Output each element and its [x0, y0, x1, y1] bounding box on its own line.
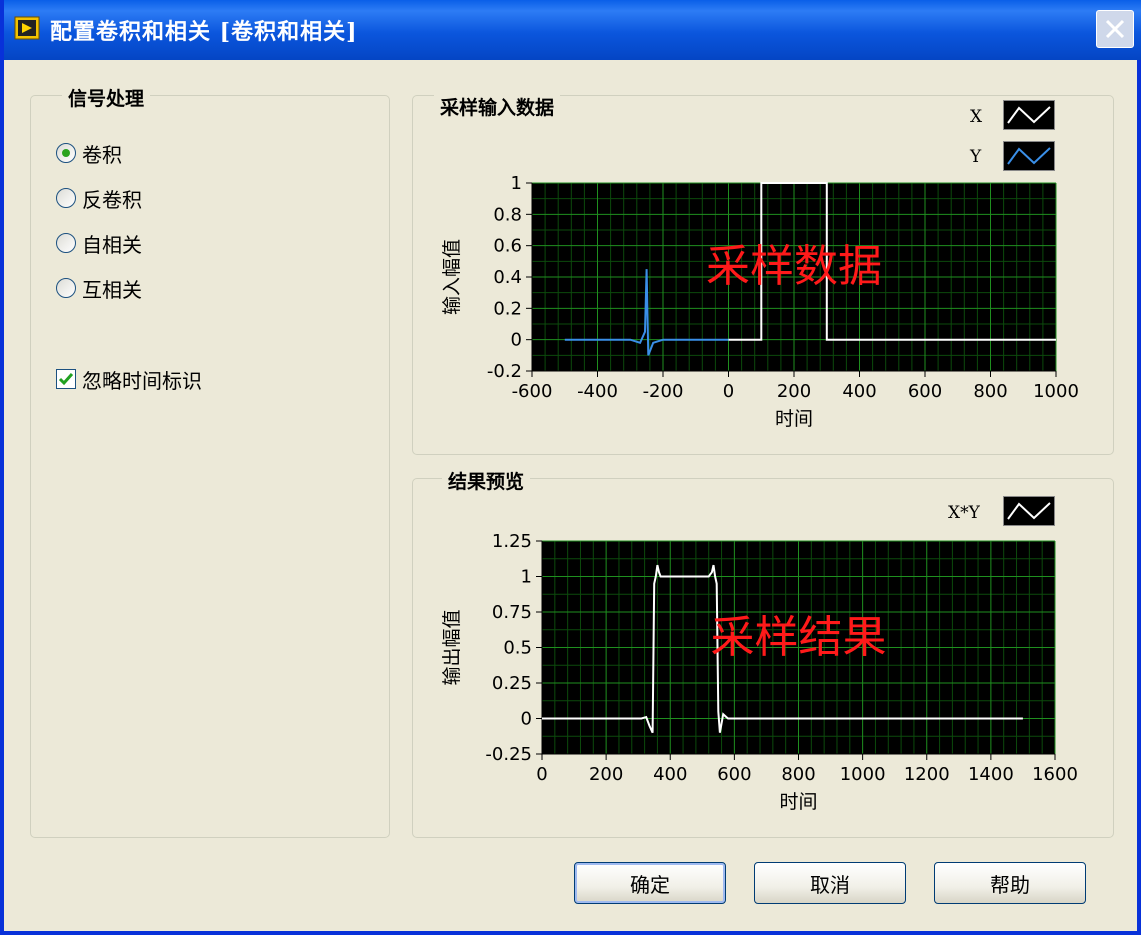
white-line-icon	[1007, 106, 1051, 124]
x-tick-label: 1400	[968, 764, 1014, 785]
x-tick-label: 1600	[1032, 764, 1078, 785]
y-axis-label: 输出幅值	[441, 609, 463, 685]
legend-xy-label: X*Y	[948, 503, 980, 523]
legend-y-swatch	[1003, 141, 1055, 171]
x-tick-label: 600	[908, 381, 942, 402]
radio-label: 自相关	[82, 232, 142, 257]
result-preview-chart: 0 200 400 600 800 1000 1200 1400 1600-0.2500.250…	[441, 531, 1078, 813]
y-tick-label: 0.75	[492, 602, 532, 623]
x-tick-label: 1000	[1033, 381, 1079, 402]
x-tick-label: 200	[589, 764, 623, 785]
cancel-button[interactable]: 取消	[754, 862, 906, 904]
white-line-icon	[1007, 502, 1051, 520]
blue-line-icon	[1007, 147, 1051, 165]
input-graph-title: 采样输入数据	[434, 93, 561, 120]
x-tick-label: 400	[842, 381, 876, 402]
checkmark-icon	[58, 373, 74, 386]
checkbox-label: 忽略时间标识	[82, 368, 202, 393]
x-tick-label: 1200	[904, 764, 950, 785]
radio-icon[interactable]	[56, 188, 76, 208]
result-graph-title: 结果预览	[442, 467, 531, 494]
dialog-window: 配置卷积和相关 [卷积和相关] 信号处理 卷积 反卷积 自相关 互相关 忽略时间…	[0, 0, 1141, 935]
legend-x-swatch	[1003, 100, 1055, 130]
y-tick-label: -0.2	[487, 361, 522, 382]
x-tick-label: -200	[643, 381, 684, 402]
x-tick-label: 600	[717, 764, 751, 785]
radio-selected-icon[interactable]	[56, 143, 76, 163]
radio-deconvolution[interactable]: 反卷积	[56, 185, 142, 212]
ok-button[interactable]: 确定	[574, 862, 726, 904]
y-tick-label: -0.25	[485, 744, 532, 765]
y-axis-label: 输入幅值	[441, 239, 463, 315]
x-tick-label: 1000	[840, 764, 886, 785]
y-tick-label: 1	[511, 173, 522, 194]
window-title: 配置卷积和相关 [卷积和相关]	[50, 19, 358, 45]
legend-x-label: X	[970, 107, 983, 127]
radio-label: 反卷积	[82, 187, 142, 212]
close-button[interactable]	[1096, 10, 1134, 48]
x-tick-label: 400	[653, 764, 687, 785]
x-tick-label: 800	[781, 764, 815, 785]
y-tick-label: 0.5	[503, 638, 532, 659]
checkbox-checked-icon[interactable]	[56, 369, 76, 389]
input-data-chart: -600 -400 -200 0 200 400 600 800 1000 -0.2 0 0.2 0.4…	[441, 173, 1079, 430]
help-button[interactable]: 帮助	[934, 862, 1086, 904]
radio-autocorrelation[interactable]: 自相关	[56, 230, 142, 257]
y-tick-label: 0.8	[493, 204, 522, 225]
y-tick-label: 0.25	[492, 673, 532, 694]
x-tick-label: 0	[723, 381, 734, 402]
x-tick-label: 200	[777, 381, 811, 402]
y-tick-label: 1.25	[492, 531, 532, 552]
radio-label: 互相关	[82, 277, 142, 302]
legend-xy-swatch	[1003, 496, 1055, 526]
result-watermark-label: 采样结果	[711, 612, 887, 663]
y-tick-label: 1	[521, 567, 532, 588]
radio-label: 卷积	[82, 142, 122, 167]
close-icon	[1105, 19, 1125, 39]
y-tick-label: 0.2	[493, 298, 522, 319]
radio-convolution[interactable]: 卷积	[56, 140, 122, 167]
radio-icon[interactable]	[56, 278, 76, 298]
title-bar[interactable]: 配置卷积和相关 [卷积和相关]	[4, 0, 1141, 60]
y-tick-label: 0.6	[493, 236, 522, 257]
y-tick-label: 0.4	[493, 267, 522, 288]
x-axis-label: 时间	[779, 791, 817, 813]
legend-y-label: Y	[970, 147, 982, 167]
x-tick-label: 0	[536, 764, 547, 785]
x-tick-label: -400	[577, 381, 618, 402]
ignore-time-checkbox[interactable]: 忽略时间标识	[56, 366, 202, 393]
radio-crosscorrelation[interactable]: 互相关	[56, 275, 142, 302]
labview-app-icon	[14, 16, 40, 40]
y-tick-label: 0	[511, 330, 522, 351]
y-tick-label: 0	[521, 709, 532, 730]
x-tick-label: 800	[973, 381, 1007, 402]
input-watermark-label: 采样数据	[706, 241, 882, 292]
x-axis-label: 时间	[775, 408, 813, 430]
x-tick-label: -600	[512, 381, 553, 402]
signal-processing-title: 信号处理	[62, 84, 151, 111]
radio-icon[interactable]	[56, 233, 76, 253]
